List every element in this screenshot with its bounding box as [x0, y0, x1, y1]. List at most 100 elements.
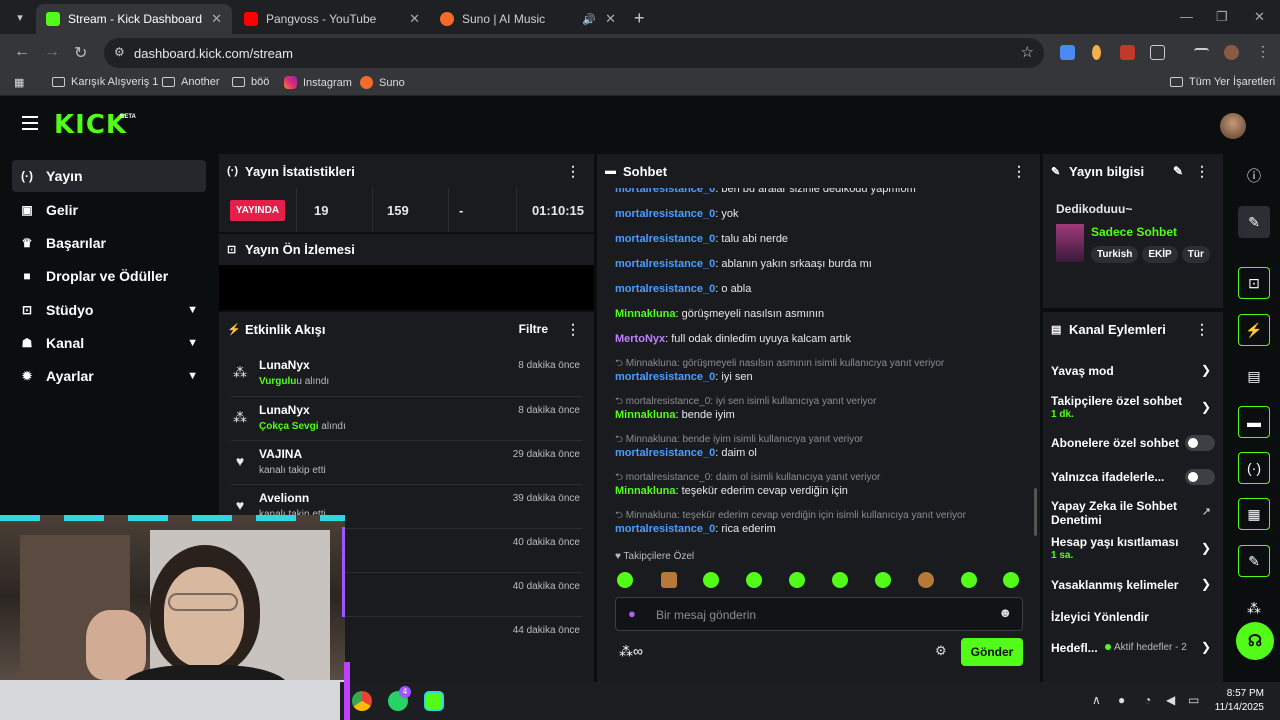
browser-menu-icon[interactable]: ⋮	[1256, 43, 1270, 60]
close-tab-icon[interactable]: ✕	[409, 11, 420, 27]
close-tab-icon[interactable]: ✕	[605, 11, 616, 27]
sidebar-item-stream[interactable]: (·) Yayın	[12, 160, 206, 192]
emoji-icon[interactable]: ☻	[998, 605, 1012, 620]
chat-message-input[interactable]: ● Bir mesaj gönderin ☻	[615, 597, 1023, 631]
followers-chat-row[interactable]: Takipçilere özel sohbet	[1051, 394, 1182, 408]
chevron-right-icon[interactable]: ❯	[1201, 640, 1211, 654]
more-options-icon[interactable]: ⋮	[1012, 163, 1026, 180]
chevron-up-icon[interactable]: ∧	[1092, 693, 1101, 707]
emote-icon[interactable]	[832, 572, 848, 588]
tab-youtube[interactable]: Pangvoss - YouTube ✕	[234, 4, 430, 34]
redirect-viewers-row[interactable]: İzleyici Yönlendir	[1051, 610, 1149, 624]
battery-icon[interactable]: ▭	[1188, 693, 1199, 707]
translate-extension-icon[interactable]	[1060, 45, 1075, 60]
sidebar-item-studio[interactable]: ⊡ Stüdyo ▼	[12, 294, 206, 326]
media-control-icon[interactable]	[1194, 48, 1209, 56]
info-icon[interactable]: ⓘ	[1238, 160, 1270, 192]
tag[interactable]: Tür	[1181, 246, 1210, 263]
tab-kick-dashboard[interactable]: Stream - Kick Dashboard ✕	[36, 4, 232, 34]
emote-icon[interactable]	[961, 572, 977, 588]
apps-grid-icon[interactable]: ▦	[14, 76, 24, 89]
edit-icon[interactable]: ✎	[1173, 164, 1183, 178]
stream-info-toggle-icon[interactable]: ▦	[1238, 498, 1270, 530]
more-options-icon[interactable]: ⋮	[566, 163, 580, 180]
send-button[interactable]: Gönder	[961, 638, 1023, 666]
all-bookmarks[interactable]: Tüm Yer İşaretleri	[1170, 76, 1275, 88]
edit-pencil-icon[interactable]: ✎	[1238, 206, 1270, 238]
kick-logo[interactable]: KICK	[54, 110, 127, 140]
clock-time[interactable]: 8:57 PM	[1212, 688, 1264, 699]
bookmark-folder[interactable]: böö	[232, 76, 269, 88]
volume-icon[interactable]: ◀	[1166, 693, 1175, 707]
chat-scrollbar[interactable]	[1034, 488, 1037, 536]
site-info-icon[interactable]: ⚙	[114, 45, 125, 59]
filter-button[interactable]: Filtre	[519, 322, 548, 336]
bookmark-folder[interactable]: Karışık Alışveriş 1	[52, 76, 158, 88]
subs-chat-toggle[interactable]	[1185, 435, 1215, 451]
bookmark-instagram[interactable]: Instagram	[284, 76, 352, 89]
sidebar-item-revenue[interactable]: ▣ Gelir	[12, 194, 206, 226]
category-thumbnail[interactable]	[1056, 224, 1084, 262]
external-link-icon[interactable]: ↗	[1202, 505, 1211, 518]
bookmark-folder[interactable]: Another	[162, 76, 220, 88]
extensions-puzzle-icon[interactable]	[1150, 45, 1165, 60]
goals-row[interactable]: Hedefl...	[1051, 641, 1098, 655]
back-icon[interactable]: ←	[14, 43, 30, 61]
chat-settings-icon[interactable]: ⚙	[935, 643, 947, 659]
more-options-icon[interactable]: ⋮	[566, 321, 580, 338]
close-window-icon[interactable]: ✕	[1254, 9, 1265, 25]
sidebar-item-settings[interactable]: ✹ Ayarlar ▼	[12, 360, 206, 392]
emote-icon[interactable]	[703, 572, 719, 588]
activity-toggle-icon[interactable]: ⚡	[1238, 314, 1270, 346]
emote-icon[interactable]	[617, 572, 633, 588]
menu-icon[interactable]	[22, 116, 38, 130]
emote-icon[interactable]	[918, 572, 934, 588]
broadcast-toggle-icon[interactable]: (·)	[1238, 452, 1270, 484]
microphone-icon[interactable]: ●	[628, 606, 636, 621]
emote-icon[interactable]	[875, 572, 891, 588]
emote-icon[interactable]	[789, 572, 805, 588]
new-tab-button[interactable]: +	[634, 8, 645, 29]
chevron-right-icon[interactable]: ❯	[1201, 541, 1211, 555]
bookmark-suno[interactable]: Suno	[360, 76, 405, 89]
chevron-right-icon[interactable]: ❯	[1201, 363, 1211, 377]
tag[interactable]: Turkish	[1091, 246, 1139, 263]
tab-suno[interactable]: Suno | AI Music 🔊 ✕	[430, 4, 626, 34]
maximize-icon[interactable]: ❐	[1216, 9, 1228, 25]
kicks-icon[interactable]: ⁂	[1238, 592, 1270, 624]
tag[interactable]: EKİP	[1142, 246, 1178, 263]
chevron-right-icon[interactable]: ❯	[1201, 577, 1211, 591]
emotes-only-toggle[interactable]	[1185, 469, 1215, 485]
tools-toggle-icon[interactable]: ✎	[1238, 545, 1270, 577]
preview-toggle-icon[interactable]: ⊡	[1238, 267, 1270, 299]
minimize-icon[interactable]: —	[1180, 9, 1193, 24]
shield-extension-icon[interactable]	[1120, 45, 1135, 60]
wifi-icon[interactable]: ◔	[1144, 693, 1151, 707]
account-age-row[interactable]: Hesap yaşı kısıtlaması	[1051, 535, 1178, 549]
slow-mode-row[interactable]: Yavaş mod	[1051, 364, 1114, 378]
sidebar-item-achievements[interactable]: ♛ Başarılar	[12, 227, 206, 259]
user-avatar[interactable]	[1220, 113, 1246, 139]
chrome-icon[interactable]	[352, 691, 372, 711]
microphone-icon[interactable]: ●	[1118, 693, 1125, 707]
sidebar-item-drops[interactable]: ■ Droplar ve Ödüller	[12, 260, 206, 292]
more-options-icon[interactable]: ⋮	[1195, 163, 1209, 180]
kicks-infinity-icon[interactable]: ⁂∞	[619, 643, 643, 660]
extension-icon[interactable]	[1092, 45, 1101, 60]
chevron-right-icon[interactable]: ❯	[1201, 400, 1211, 414]
profile-avatar-icon[interactable]	[1224, 45, 1239, 60]
reload-icon[interactable]: ↻	[74, 43, 87, 63]
address-bar[interactable]: ⚙ dashboard.kick.com/stream ☆	[104, 38, 1044, 68]
forward-icon[interactable]: →	[44, 43, 60, 61]
emote-icon[interactable]	[661, 572, 677, 588]
ai-moderation-row[interactable]: Yapay Zeka ile Sohbet Denetimi	[1051, 499, 1177, 527]
chat-toggle-icon[interactable]: ▬	[1238, 406, 1270, 438]
clock-date[interactable]: 11/14/2025	[1204, 702, 1264, 713]
kick-app-icon[interactable]	[424, 691, 444, 711]
sidebar-item-channel[interactable]: ☗ Kanal ▼	[12, 327, 206, 359]
category-name[interactable]: Sadece Sohbet	[1091, 225, 1177, 239]
close-tab-icon[interactable]: ✕	[211, 11, 222, 27]
banned-words-row[interactable]: Yasaklanmış kelimeler	[1051, 578, 1178, 592]
bookmark-star-icon[interactable]: ☆	[1021, 43, 1034, 61]
more-options-icon[interactable]: ⋮	[1195, 321, 1209, 338]
